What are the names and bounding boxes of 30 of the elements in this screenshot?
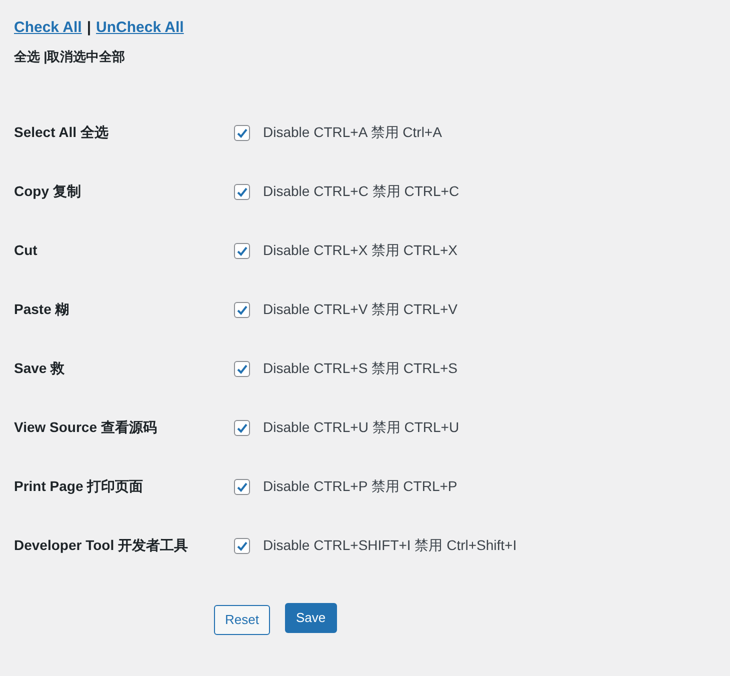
checkbox[interactable] [234,478,250,494]
save-button[interactable]: Save [284,603,337,633]
option-description: Disable CTRL+V 禁用 CTRL+V [263,300,458,319]
option-description: Disable CTRL+C 禁用 CTRL+C [263,182,460,201]
option-label: View Source 查看源码 [14,418,158,437]
option-label: Cut [14,241,38,260]
link[interactable]: Check All [14,17,82,40]
reset-button[interactable]: Reset [214,605,270,635]
separator-text: | [86,18,92,38]
option-label: Copy 复制 [14,182,82,201]
checkbox[interactable] [234,302,250,318]
option-label: Developer Tool 开发者工具 [14,536,189,555]
link[interactable]: UnCheck All [96,17,184,40]
option-description: Disable CTRL+S 禁用 CTRL+S [263,359,458,378]
option-label: Save 救 [14,359,66,378]
option-description: Disable CTRL+A 禁用 Ctrl+A [263,123,442,142]
checkbox[interactable] [234,242,250,258]
subtitle-text: 全选 |取消选中全部 [14,48,126,66]
option-description: Disable CTRL+SHIFT+I 禁用 Ctrl+Shift+I [263,536,517,555]
checkbox[interactable] [234,124,250,140]
option-label: Paste 糊 [14,300,70,319]
checkbox[interactable] [234,360,250,376]
option-label: Print Page 打印页面 [14,477,144,496]
checkbox[interactable] [234,184,250,200]
option-description: Disable CTRL+X 禁用 CTRL+X [263,241,458,260]
option-label: Select All 全选 [14,123,110,142]
checkbox[interactable] [234,420,250,436]
option-description: Disable CTRL+P 禁用 CTRL+P [263,477,458,496]
option-description: Disable CTRL+U 禁用 CTRL+U [263,418,460,437]
checkbox[interactable] [234,538,250,554]
